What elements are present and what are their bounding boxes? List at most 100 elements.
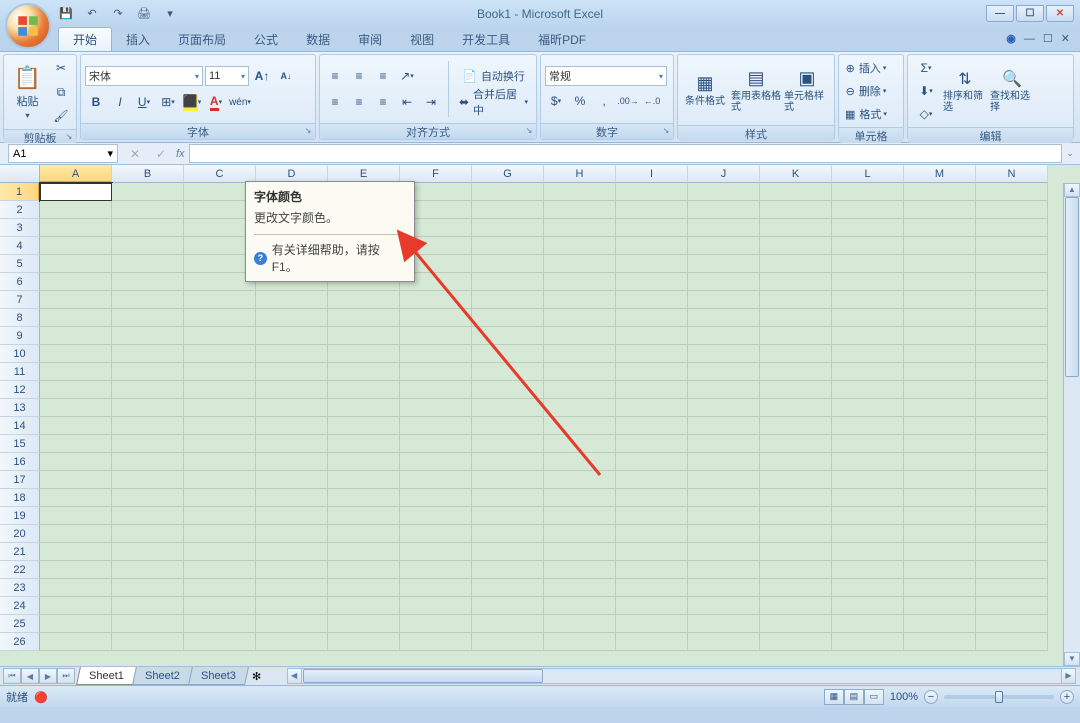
align-middle[interactable]: ≡ — [348, 65, 370, 87]
horizontal-scrollbar[interactable]: ◀ ▶ — [287, 668, 1076, 684]
cell[interactable] — [616, 453, 688, 471]
enter-icon[interactable]: ✓ — [150, 143, 172, 165]
cell[interactable] — [688, 183, 760, 201]
cell[interactable] — [544, 543, 616, 561]
cell[interactable] — [832, 579, 904, 597]
cell[interactable] — [976, 219, 1048, 237]
cell[interactable] — [472, 237, 544, 255]
cell[interactable] — [688, 309, 760, 327]
cell[interactable] — [184, 399, 256, 417]
cell[interactable] — [256, 561, 328, 579]
cell[interactable] — [976, 471, 1048, 489]
cell[interactable] — [256, 633, 328, 651]
cell[interactable] — [472, 579, 544, 597]
row-header-3[interactable]: 3 — [0, 219, 40, 237]
cell[interactable] — [184, 525, 256, 543]
cell[interactable] — [472, 327, 544, 345]
cell[interactable] — [760, 543, 832, 561]
cell[interactable] — [256, 453, 328, 471]
select-all-corner[interactable] — [0, 165, 40, 183]
cell[interactable] — [688, 327, 760, 345]
cell[interactable] — [40, 435, 112, 453]
cell[interactable] — [40, 507, 112, 525]
cell[interactable] — [976, 579, 1048, 597]
vertical-scrollbar[interactable]: ▲ ▼ — [1063, 183, 1080, 666]
cell[interactable] — [976, 561, 1048, 579]
cell[interactable] — [112, 471, 184, 489]
cell[interactable] — [760, 255, 832, 273]
tab-review[interactable]: 审阅 — [344, 28, 396, 51]
cell[interactable] — [40, 597, 112, 615]
col-header-H[interactable]: H — [544, 165, 616, 183]
cell[interactable] — [544, 435, 616, 453]
cell[interactable] — [112, 579, 184, 597]
cell[interactable] — [760, 345, 832, 363]
col-header-B[interactable]: B — [112, 165, 184, 183]
cell[interactable] — [904, 327, 976, 345]
window-close[interactable]: ✕ — [1046, 5, 1074, 22]
cell[interactable] — [544, 525, 616, 543]
sheet-tab-3[interactable]: Sheet3 — [188, 667, 249, 685]
cell[interactable] — [904, 453, 976, 471]
cell[interactable] — [832, 237, 904, 255]
qat-save[interactable]: 💾 — [55, 3, 77, 25]
cell[interactable] — [976, 309, 1048, 327]
cell[interactable] — [904, 237, 976, 255]
cell[interactable] — [904, 381, 976, 399]
cell[interactable] — [544, 201, 616, 219]
cell[interactable] — [544, 183, 616, 201]
cell[interactable] — [184, 507, 256, 525]
row-header-26[interactable]: 26 — [0, 633, 40, 651]
cell[interactable] — [472, 201, 544, 219]
cell[interactable] — [976, 453, 1048, 471]
cell[interactable] — [616, 525, 688, 543]
cell[interactable] — [544, 417, 616, 435]
cell[interactable] — [688, 237, 760, 255]
number-dialog[interactable]: ↘ — [661, 126, 671, 136]
tab-foxit-pdf[interactable]: 福昕PDF — [524, 28, 600, 51]
row-header-7[interactable]: 7 — [0, 291, 40, 309]
cell[interactable] — [616, 291, 688, 309]
cell[interactable] — [760, 363, 832, 381]
cell[interactable] — [904, 291, 976, 309]
formula-input[interactable] — [189, 144, 1062, 163]
delete-cells[interactable]: ⊖删除▾ — [843, 80, 889, 102]
cell[interactable] — [256, 309, 328, 327]
cell[interactable] — [760, 417, 832, 435]
comma-format[interactable]: , — [593, 90, 615, 112]
cell[interactable] — [904, 417, 976, 435]
cell[interactable] — [544, 561, 616, 579]
cell[interactable] — [688, 435, 760, 453]
cell[interactable] — [112, 489, 184, 507]
row-header-13[interactable]: 13 — [0, 399, 40, 417]
vscroll-thumb[interactable] — [1065, 197, 1079, 377]
insert-cells[interactable]: ⊕插入▾ — [843, 57, 889, 79]
zoom-in[interactable]: + — [1060, 690, 1074, 704]
sheet-tab-2[interactable]: Sheet2 — [132, 667, 193, 685]
cell[interactable] — [184, 615, 256, 633]
doc-restore[interactable]: ☐ — [1043, 32, 1053, 45]
cell[interactable] — [40, 543, 112, 561]
cell[interactable] — [472, 525, 544, 543]
cell[interactable] — [904, 561, 976, 579]
decrease-decimal[interactable]: ←.0 — [641, 90, 663, 112]
cell[interactable] — [184, 417, 256, 435]
sheet-nav-next[interactable]: ▶ — [39, 668, 57, 684]
cell[interactable] — [544, 237, 616, 255]
cell[interactable] — [544, 219, 616, 237]
increase-decimal[interactable]: .00→ — [617, 90, 639, 112]
cell[interactable] — [832, 471, 904, 489]
cell[interactable] — [328, 363, 400, 381]
cell[interactable] — [760, 525, 832, 543]
cell[interactable] — [832, 219, 904, 237]
cell[interactable] — [544, 615, 616, 633]
cell[interactable] — [616, 435, 688, 453]
cell[interactable] — [832, 273, 904, 291]
cell[interactable] — [616, 489, 688, 507]
font-dialog[interactable]: ↘ — [303, 126, 313, 136]
accounting-format[interactable]: $▾ — [545, 90, 567, 112]
cell[interactable] — [40, 633, 112, 651]
cell[interactable] — [40, 183, 112, 201]
help-icon[interactable]: ◉ — [1006, 32, 1016, 45]
cell[interactable] — [184, 291, 256, 309]
